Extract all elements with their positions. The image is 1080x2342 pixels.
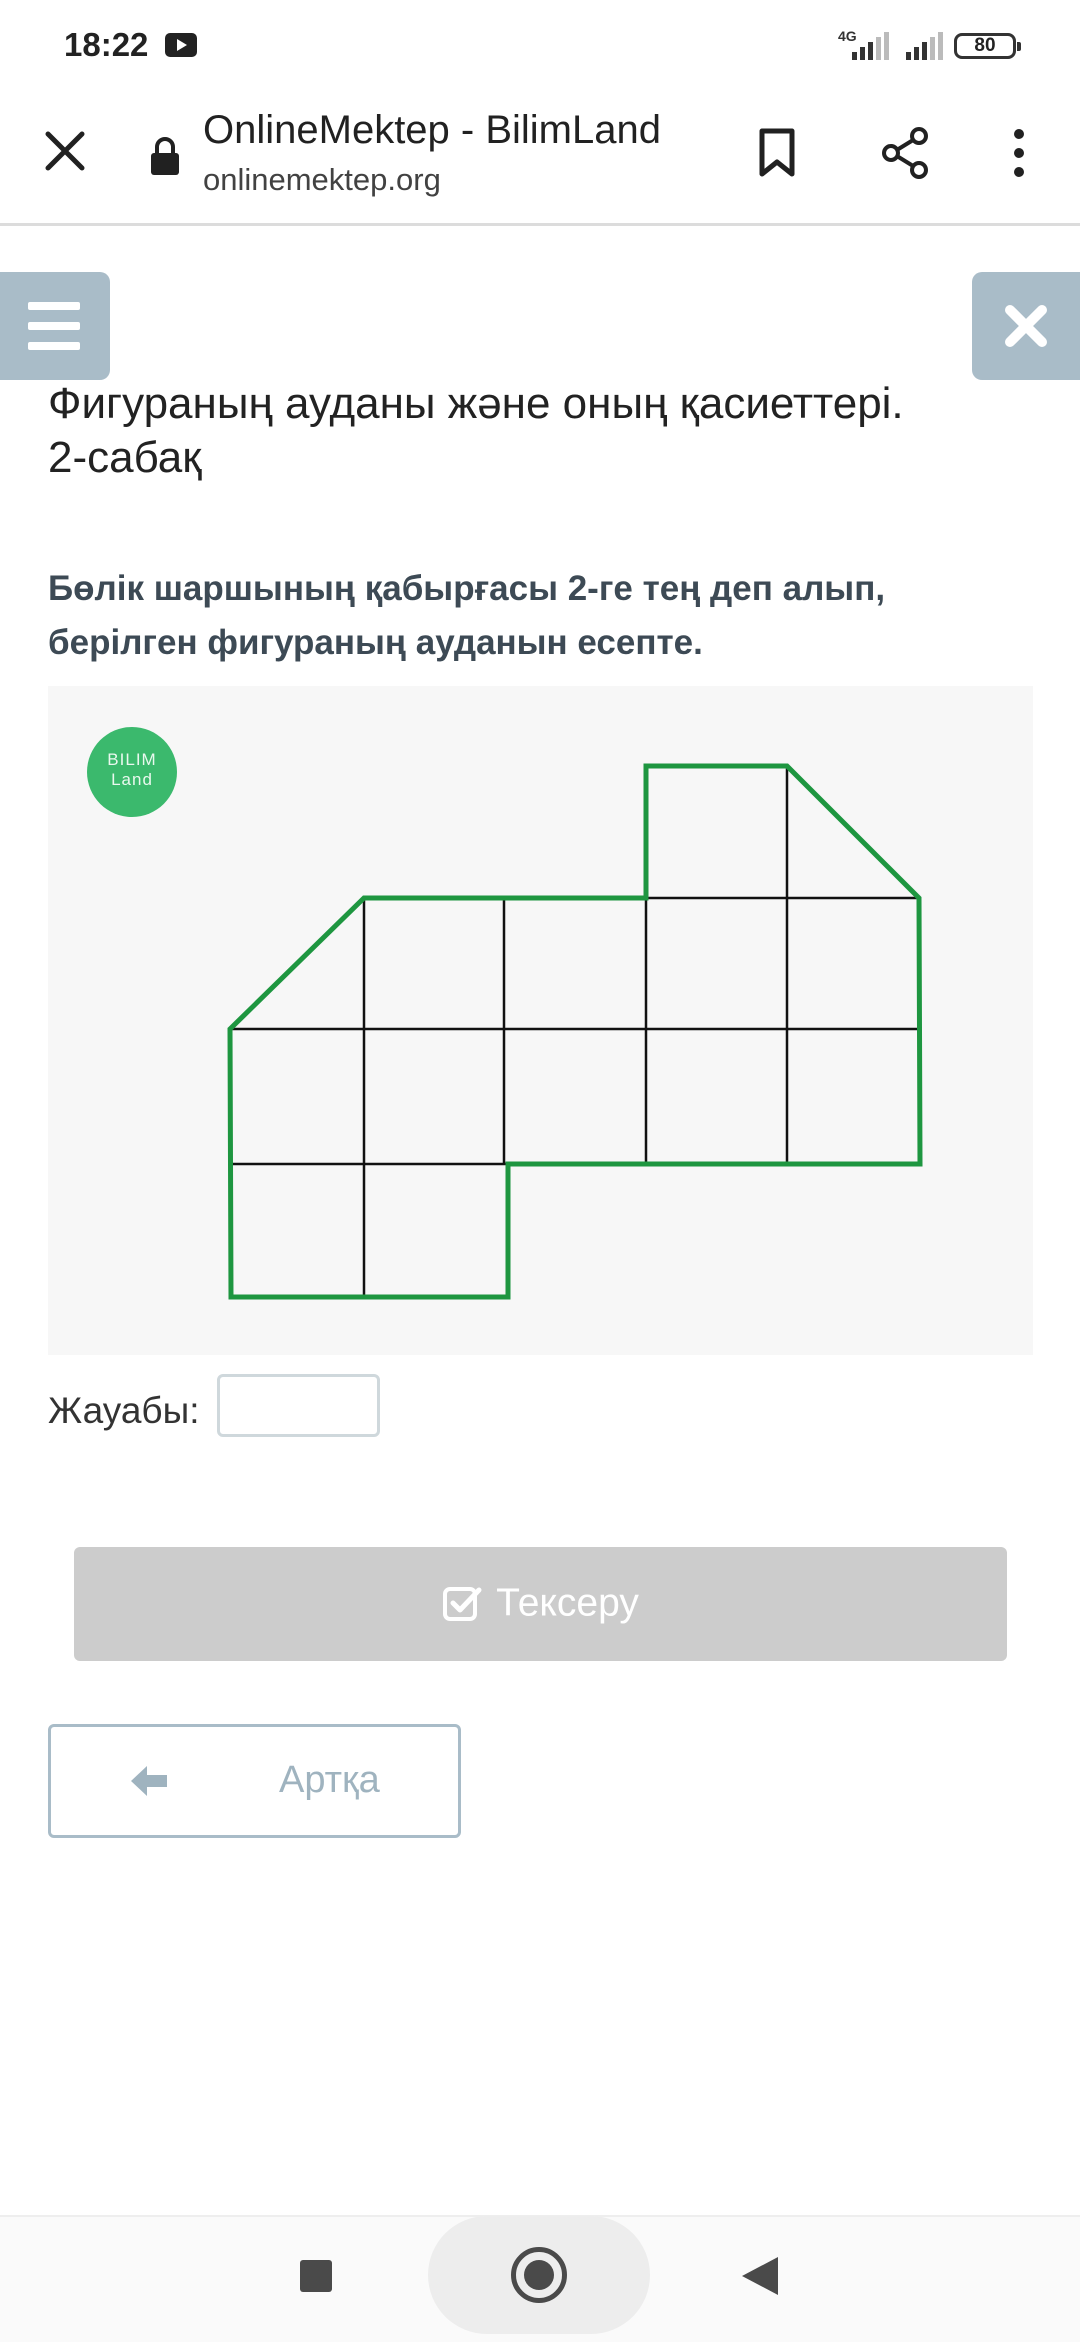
back-button[interactable]: Артқа — [48, 1724, 461, 1838]
grid-lines — [230, 766, 920, 1297]
signal-strength-icon — [838, 30, 889, 60]
back-button-label: Артқа — [279, 1759, 380, 1801]
hamburger-icon-bar — [28, 322, 80, 330]
home-button[interactable] — [428, 2216, 650, 2334]
grid-figure — [227, 763, 923, 1300]
close-icon[interactable] — [40, 126, 90, 176]
browser-toolbar: OnlineMektep - BilimLand onlinemektep.or… — [0, 90, 1080, 226]
menu-button[interactable] — [0, 272, 110, 380]
site-title[interactable]: OnlineMektep - BilimLand — [203, 108, 661, 153]
check-button-label: Тексеру — [496, 1581, 639, 1625]
checkbox-icon — [443, 1586, 482, 1621]
hamburger-icon-bar — [28, 302, 80, 310]
site-url[interactable]: onlinemektep.org — [203, 162, 441, 198]
arrow-left-icon — [131, 1766, 167, 1796]
answer-label: Жауабы: — [48, 1390, 200, 1431]
recents-button[interactable] — [300, 2260, 332, 2292]
exit-lesson-button[interactable] — [972, 272, 1080, 380]
lock-icon — [151, 137, 179, 175]
task-text: Бөлік шаршының қабырғасы 2-ге тең деп ал… — [48, 569, 886, 662]
hamburger-icon-bar — [28, 342, 80, 350]
bookmark-icon[interactable] — [757, 128, 797, 178]
signal-strength-icon-2 — [902, 30, 944, 60]
figure-outline — [227, 763, 923, 1300]
status-time: 18:22 — [64, 26, 149, 63]
lesson-title: Фигураның ауданы және оның қасиеттері. 2… — [48, 379, 904, 482]
more-vert-icon[interactable] — [1004, 126, 1034, 180]
home-icon — [524, 2260, 554, 2290]
share-icon[interactable] — [878, 125, 932, 181]
answer-input[interactable] — [217, 1374, 380, 1437]
battery-indicator: 80 — [954, 33, 1021, 59]
close-icon — [1005, 305, 1047, 347]
check-button[interactable]: Тексеру — [74, 1547, 1007, 1661]
youtube-icon — [165, 33, 197, 57]
system-back-button[interactable] — [742, 2257, 778, 2295]
